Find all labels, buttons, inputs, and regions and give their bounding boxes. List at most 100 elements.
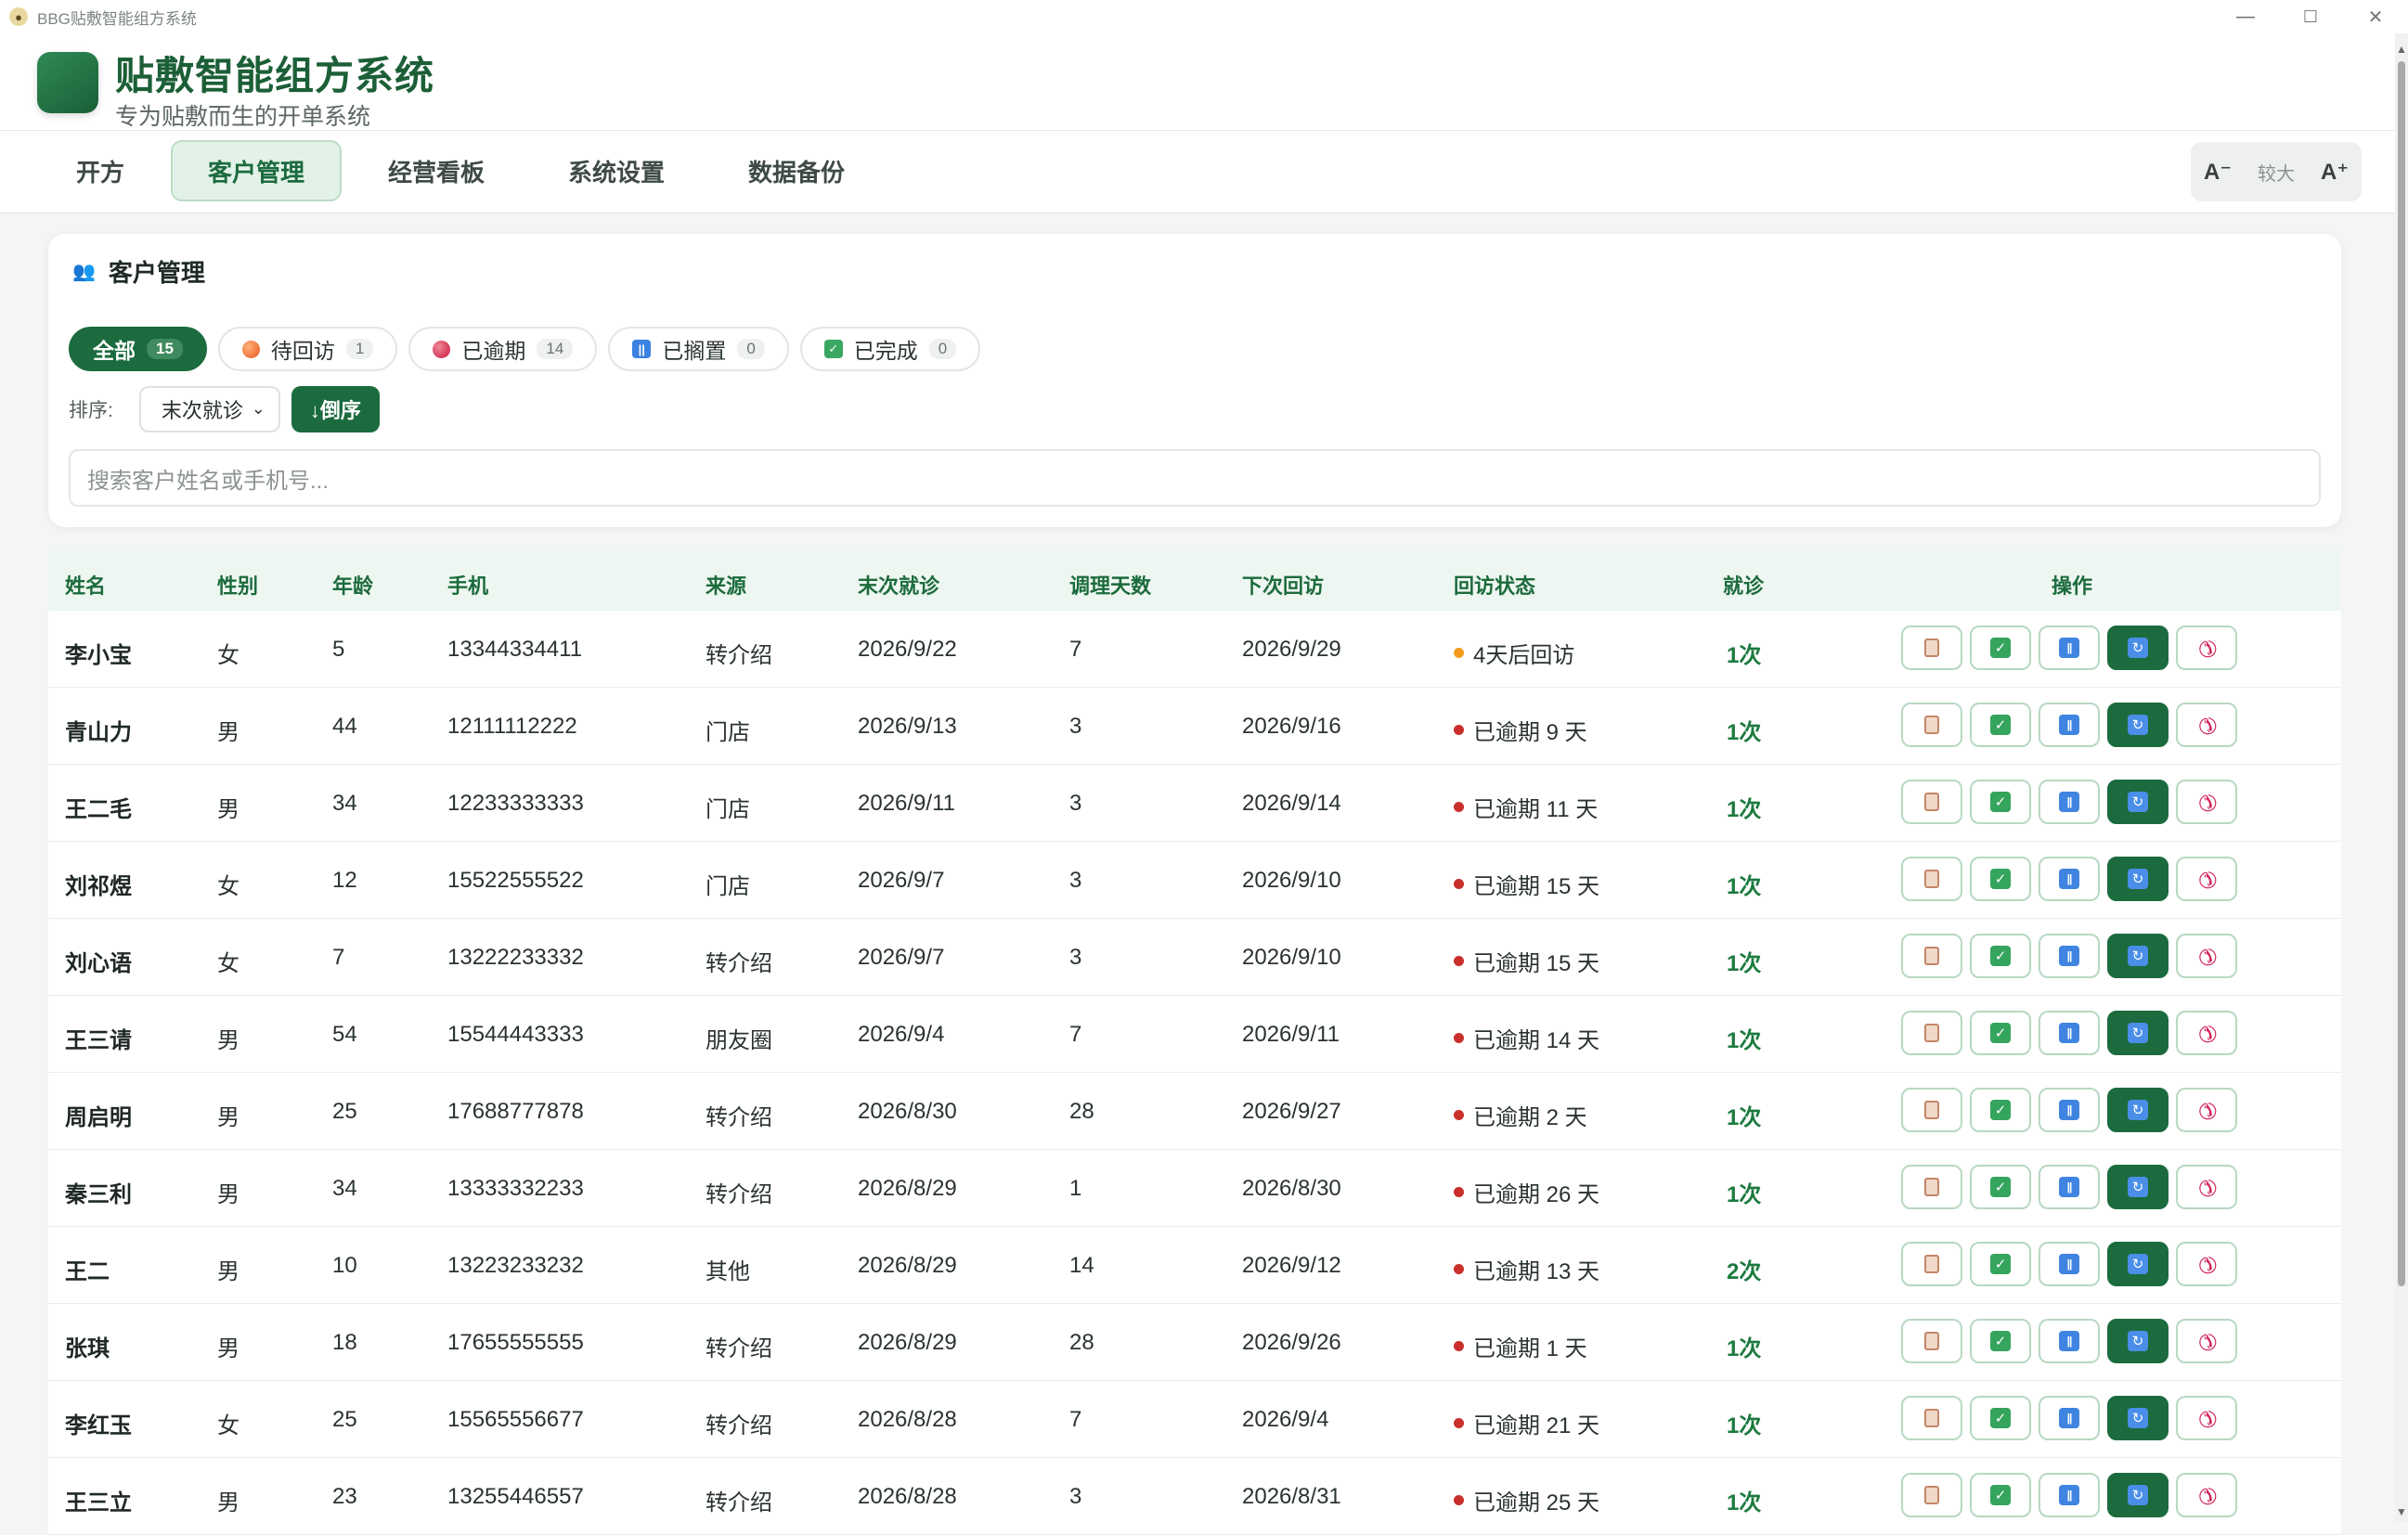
sort-select[interactable]: 末次就诊 ⌄ <box>138 386 280 432</box>
scrollbar[interactable]: ▲ ▼ <box>2395 33 2408 1522</box>
revisit-button[interactable]: ↻ <box>2107 934 2168 978</box>
complete-button[interactable]: ✓ <box>1970 1319 2031 1363</box>
revisit-button[interactable]: ↻ <box>2107 1396 2168 1440</box>
complete-button[interactable]: ✓ <box>1970 1242 2031 1286</box>
shelve-button[interactable]: || <box>2039 1088 2100 1132</box>
record-button[interactable] <box>1901 934 1962 978</box>
complete-button[interactable]: ✓ <box>1970 703 2031 747</box>
shelve-button[interactable]: || <box>2039 703 2100 747</box>
header-name[interactable]: 姓名 <box>65 570 106 600</box>
complete-button[interactable]: ✓ <box>1970 1396 2031 1440</box>
call-button[interactable]: ✆ <box>2176 934 2237 978</box>
revisit-button[interactable]: ↻ <box>2107 1473 2168 1517</box>
filter-chip-overdue[interactable]: 已逾期 14 <box>408 327 598 371</box>
sort-order-button[interactable]: ↓倒序 <box>291 386 380 432</box>
shelve-button[interactable]: || <box>2039 780 2100 824</box>
complete-button[interactable]: ✓ <box>1970 934 2031 978</box>
call-button[interactable]: ✆ <box>2176 1011 2237 1055</box>
table-row[interactable]: 李小宝 女 5 13344334411 转介绍 2026/9/22 7 2026/9/29 4天… <box>48 611 2341 688</box>
shelve-button[interactable]: || <box>2039 626 2100 670</box>
record-button[interactable] <box>1901 1396 1962 1440</box>
close-button[interactable]: ✕ <box>2343 0 2408 33</box>
record-button[interactable] <box>1901 626 1962 670</box>
table-row[interactable]: 王三请 男 54 15544443333 朋友圈 2026/9/4 7 2026/9/11 已逾… <box>48 996 2341 1073</box>
tab-business-dashboard[interactable]: 经营看板 <box>353 140 520 201</box>
table-row[interactable]: 李红玉 女 25 15565556677 转介绍 2026/8/28 7 2026/9/4 已逾… <box>48 1381 2341 1458</box>
scroll-down-arrow-icon[interactable]: ▼ <box>2396 1505 2407 1518</box>
table-row[interactable]: 王二毛 男 34 12233333333 门店 2026/9/11 3 2026/9/14 已逾… <box>48 765 2341 842</box>
header-treatment-days[interactable]: 调理天数 <box>1069 570 1151 600</box>
call-button[interactable]: ✆ <box>2176 780 2237 824</box>
table-row[interactable]: 张琪 男 18 17655555555 转介绍 2026/8/29 28 2026/9/26 已… <box>48 1304 2341 1381</box>
revisit-button[interactable]: ↻ <box>2107 857 2168 901</box>
table-row[interactable]: 周启明 男 25 17688777878 转介绍 2026/8/30 28 2026/9/27… <box>48 1073 2341 1150</box>
tab-prescribe[interactable]: 开方 <box>41 140 160 201</box>
call-button[interactable]: ✆ <box>2176 1165 2237 1209</box>
tab-customer-management[interactable]: 客户管理 <box>171 140 343 201</box>
shelve-button[interactable]: || <box>2039 1165 2100 1209</box>
record-button[interactable] <box>1901 1011 1962 1055</box>
shelve-button[interactable]: || <box>2039 1473 2100 1517</box>
call-button[interactable]: ✆ <box>2176 1088 2237 1132</box>
header-age[interactable]: 年龄 <box>332 570 373 600</box>
minimize-button[interactable]: — <box>2213 0 2278 33</box>
shelve-button[interactable]: || <box>2039 1396 2100 1440</box>
header-visits[interactable]: 就诊 <box>1723 570 1764 600</box>
shelve-button[interactable]: || <box>2039 1319 2100 1363</box>
call-button[interactable]: ✆ <box>2176 703 2237 747</box>
record-button[interactable] <box>1901 780 1962 824</box>
filter-chip-shelved[interactable]: || 已搁置 0 <box>608 327 789 371</box>
font-decrease-button[interactable]: A⁻ <box>2204 159 2232 186</box>
call-button[interactable]: ✆ <box>2176 857 2237 901</box>
shelve-button[interactable]: || <box>2039 934 2100 978</box>
header-phone[interactable]: 手机 <box>447 570 488 600</box>
header-followup-status[interactable]: 回访状态 <box>1454 570 1535 600</box>
table-row[interactable]: 秦三利 男 34 13333332233 转介绍 2026/8/29 1 2026/8/30 已… <box>48 1150 2341 1227</box>
header-source[interactable]: 来源 <box>706 570 746 600</box>
search-input[interactable]: 搜索客户姓名或手机号... <box>69 449 2321 507</box>
tab-system-settings[interactable]: 系统设置 <box>533 140 700 201</box>
record-button[interactable] <box>1901 703 1962 747</box>
complete-button[interactable]: ✓ <box>1970 626 2031 670</box>
record-button[interactable] <box>1901 857 1962 901</box>
table-row[interactable]: 王三立 男 23 13255446557 转介绍 2026/8/28 3 2026/8/31 已… <box>48 1458 2341 1535</box>
filter-chip-completed[interactable]: ✓ 已完成 0 <box>799 327 981 371</box>
header-last-visit[interactable]: 末次就诊 <box>858 570 939 600</box>
filter-chip-pending[interactable]: 待回访 1 <box>217 327 398 371</box>
revisit-button[interactable]: ↻ <box>2107 703 2168 747</box>
record-button[interactable] <box>1901 1473 1962 1517</box>
call-button[interactable]: ✆ <box>2176 1319 2237 1363</box>
call-button[interactable]: ✆ <box>2176 1396 2237 1440</box>
shelve-button[interactable]: || <box>2039 1011 2100 1055</box>
record-button[interactable] <box>1901 1319 1962 1363</box>
maximize-button[interactable]: ☐ <box>2278 0 2343 33</box>
scroll-up-arrow-icon[interactable]: ▲ <box>2396 43 2407 56</box>
font-increase-button[interactable]: A⁺ <box>2321 159 2349 186</box>
scrollbar-thumb[interactable] <box>2398 61 2405 1286</box>
complete-button[interactable]: ✓ <box>1970 1473 2031 1517</box>
tab-data-backup[interactable]: 数据备份 <box>713 140 880 201</box>
revisit-button[interactable]: ↻ <box>2107 1242 2168 1286</box>
table-row[interactable]: 青山力 男 44 12111112222 门店 2026/9/13 3 2026/9/16 已逾… <box>48 688 2341 765</box>
complete-button[interactable]: ✓ <box>1970 780 2031 824</box>
record-button[interactable] <box>1901 1088 1962 1132</box>
record-button[interactable] <box>1901 1242 1962 1286</box>
revisit-button[interactable]: ↻ <box>2107 1088 2168 1132</box>
revisit-button[interactable]: ↻ <box>2107 626 2168 670</box>
shelve-button[interactable]: || <box>2039 1242 2100 1286</box>
filter-chip-all[interactable]: 全部 15 <box>69 327 207 371</box>
table-row[interactable]: 刘心语 女 7 13222233332 转介绍 2026/9/7 3 2026/9/10 已逾期… <box>48 919 2341 996</box>
revisit-button[interactable]: ↻ <box>2107 1011 2168 1055</box>
complete-button[interactable]: ✓ <box>1970 857 2031 901</box>
complete-button[interactable]: ✓ <box>1970 1088 2031 1132</box>
header-gender[interactable]: 性别 <box>217 570 258 600</box>
revisit-button[interactable]: ↻ <box>2107 1319 2168 1363</box>
header-next-followup[interactable]: 下次回访 <box>1242 570 1324 600</box>
call-button[interactable]: ✆ <box>2176 1473 2237 1517</box>
complete-button[interactable]: ✓ <box>1970 1011 2031 1055</box>
call-button[interactable]: ✆ <box>2176 1242 2237 1286</box>
revisit-button[interactable]: ↻ <box>2107 1165 2168 1209</box>
record-button[interactable] <box>1901 1165 1962 1209</box>
table-row[interactable]: 刘祁煜 女 12 15522555522 门店 2026/9/7 3 2026/9/10 已逾期… <box>48 842 2341 919</box>
complete-button[interactable]: ✓ <box>1970 1165 2031 1209</box>
